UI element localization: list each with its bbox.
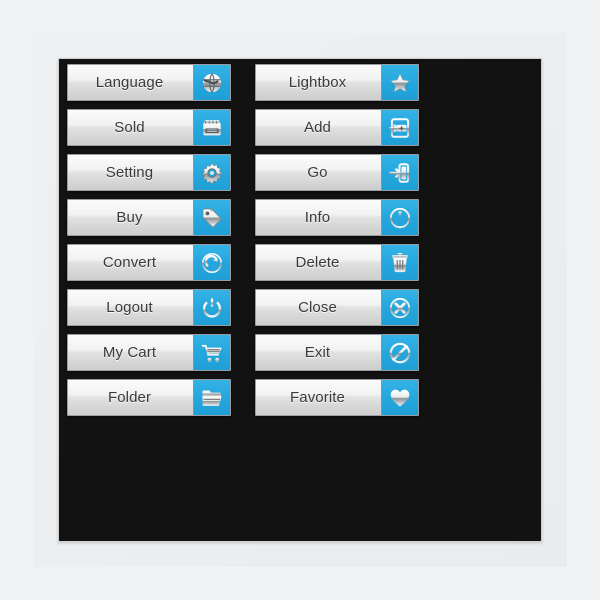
button-label: My Cart — [68, 335, 193, 370]
button-label: Sold — [68, 110, 193, 145]
button-close[interactable]: Close — [255, 289, 419, 326]
button-label: Convert — [68, 245, 193, 280]
add-box-icon[interactable] — [381, 110, 418, 145]
right-column: Lightbox Add Go Info Delete Close Exit Favorite — [255, 64, 419, 416]
button-label: Folder — [68, 380, 193, 415]
shop-front-icon[interactable] — [193, 110, 230, 145]
folder-icon[interactable] — [193, 380, 230, 415]
globe-icon[interactable] — [193, 65, 230, 100]
button-lightbox[interactable]: Lightbox — [255, 64, 419, 101]
button-setting[interactable]: Setting — [67, 154, 231, 191]
button-exit[interactable]: Exit — [255, 334, 419, 371]
button-grid: Language Sold Setting Buy Convert Logout My Ca… — [67, 64, 419, 416]
screenshot-root: Language Sold Setting Buy Convert Logout My Ca… — [0, 0, 600, 600]
button-my-cart[interactable]: My Cart — [67, 334, 231, 371]
button-label: Language — [68, 65, 193, 100]
star-icon[interactable] — [381, 65, 418, 100]
button-folder[interactable]: Folder — [67, 379, 231, 416]
button-favorite[interactable]: Favorite — [255, 379, 419, 416]
button-label: Close — [256, 290, 381, 325]
button-label: Delete — [256, 245, 381, 280]
price-tag-icon[interactable] — [193, 200, 230, 235]
button-go[interactable]: Go — [255, 154, 419, 191]
arrow-into-door-icon[interactable] — [381, 155, 418, 190]
button-delete[interactable]: Delete — [255, 244, 419, 281]
button-label: Add — [256, 110, 381, 145]
button-label: Buy — [68, 200, 193, 235]
button-label: Go — [256, 155, 381, 190]
left-column: Language Sold Setting Buy Convert Logout My Ca… — [67, 64, 231, 416]
heart-icon[interactable] — [381, 380, 418, 415]
button-convert[interactable]: Convert — [67, 244, 231, 281]
gear-icon[interactable] — [193, 155, 230, 190]
info-circle-icon[interactable] — [381, 200, 418, 235]
power-icon[interactable] — [193, 290, 230, 325]
button-buy[interactable]: Buy — [67, 199, 231, 236]
close-circle-icon[interactable] — [381, 290, 418, 325]
button-label: Logout — [68, 290, 193, 325]
button-label: Favorite — [256, 380, 381, 415]
button-sold[interactable]: Sold — [67, 109, 231, 146]
button-label: Info — [256, 200, 381, 235]
shopping-cart-icon[interactable] — [193, 335, 230, 370]
button-label: Lightbox — [256, 65, 381, 100]
button-label: Setting — [68, 155, 193, 190]
button-logout[interactable]: Logout — [67, 289, 231, 326]
button-label: Exit — [256, 335, 381, 370]
button-language[interactable]: Language — [67, 64, 231, 101]
refresh-circle-icon[interactable] — [193, 245, 230, 280]
trash-bin-icon[interactable] — [381, 245, 418, 280]
button-info[interactable]: Info — [255, 199, 419, 236]
no-entry-icon[interactable] — [381, 335, 418, 370]
button-add[interactable]: Add — [255, 109, 419, 146]
